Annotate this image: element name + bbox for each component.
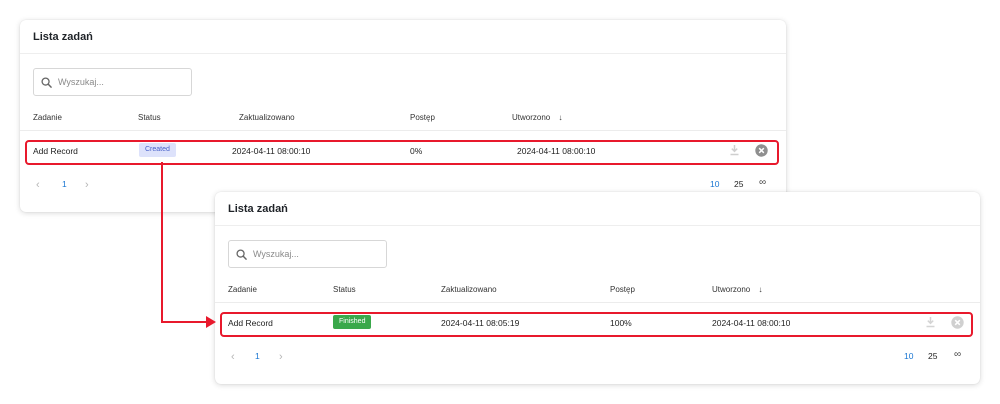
transition-arrow <box>161 162 216 328</box>
